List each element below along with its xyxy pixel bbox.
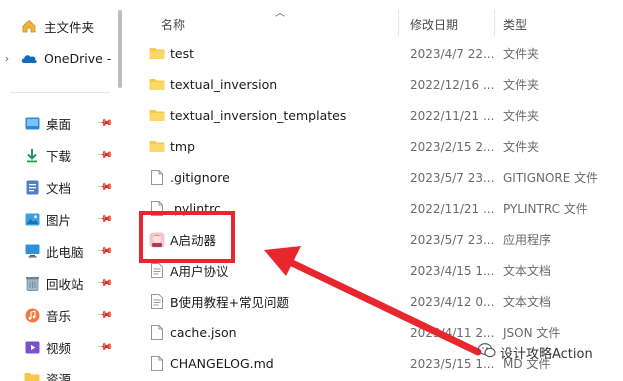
wechat-icon bbox=[477, 343, 496, 362]
watermark: 设计攻略Action bbox=[477, 343, 593, 362]
annotation-arrow bbox=[264, 246, 482, 356]
watermark-text: 设计攻略Action bbox=[500, 347, 593, 362]
